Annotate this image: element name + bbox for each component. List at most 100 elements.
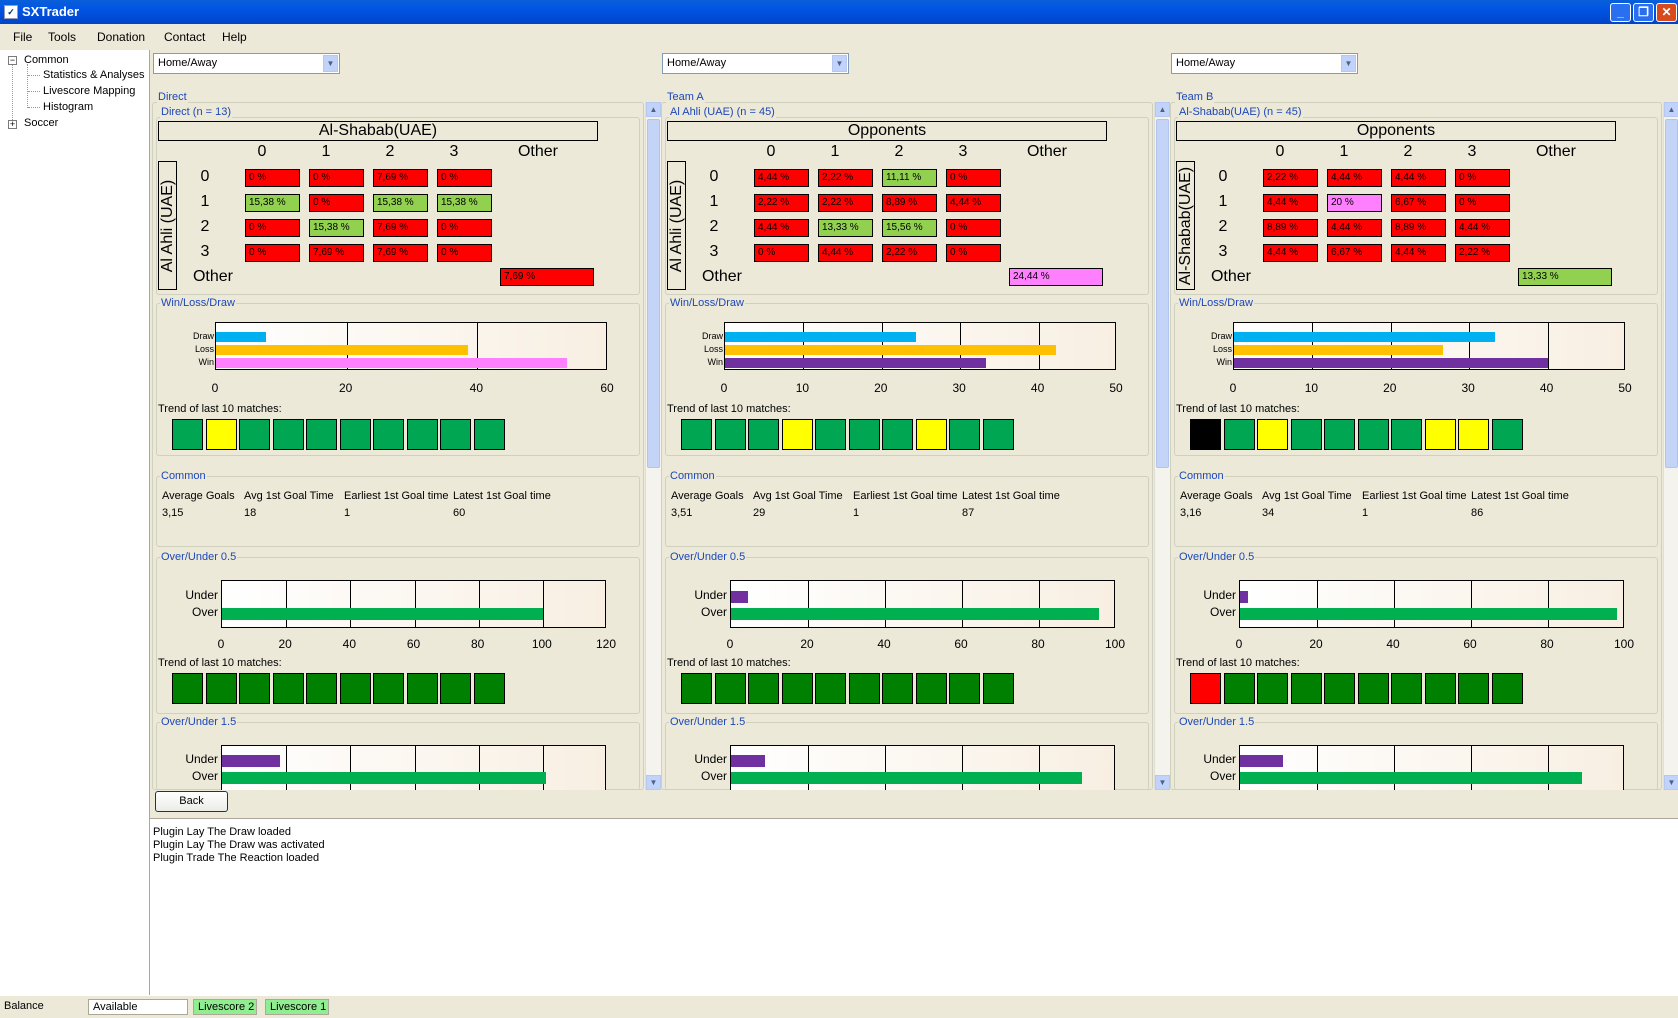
menu-file[interactable]: File (13, 30, 32, 44)
gridline (542, 581, 544, 627)
x-tick-label: 0 (726, 637, 734, 651)
scroll-thumb[interactable] (1156, 119, 1169, 468)
ou05-bar (731, 608, 1100, 620)
menu-contact[interactable]: Contact (164, 30, 205, 44)
home-away-select[interactable]: Home/Away ▼ (662, 53, 849, 74)
matrix-cell: 2,22 % (882, 244, 937, 262)
common-value: 1 (1362, 507, 1369, 519)
x-tick-label: 30 (952, 381, 966, 395)
trend-square (239, 673, 270, 704)
menu-tools[interactable]: Tools (48, 30, 76, 44)
matrix-row-header: 0 (1218, 168, 1228, 185)
scroll-thumb[interactable] (647, 119, 660, 468)
matrix-col-header: Other (1535, 143, 1576, 160)
trend-square (1190, 673, 1221, 704)
trend-square (915, 419, 947, 450)
wld-chart (1233, 322, 1625, 370)
matrix-cell: 4,44 % (1263, 194, 1318, 212)
common-header: Latest 1st Goal time (962, 490, 1060, 502)
navigation-tree: − Common Statistics & Analyses Livescore… (0, 50, 150, 995)
restore-button[interactable]: ❐ (1633, 3, 1654, 22)
x-tick-label: 0 (720, 381, 728, 395)
matrix-header: Opponents (1176, 121, 1616, 141)
x-tick-label: 60 (1463, 637, 1477, 651)
matrix-cell: 4,44 % (1263, 244, 1318, 262)
scroll-thumb[interactable] (1665, 119, 1678, 468)
trend-square (1458, 419, 1489, 450)
matrix-col-header: 0 (1275, 143, 1285, 160)
wld-bar-draw (1234, 332, 1496, 342)
common-value: 3,15 (162, 507, 184, 519)
matrix-cell: 20 % (1327, 194, 1382, 212)
matrix-col-header: Other (1026, 143, 1067, 160)
trend-square (339, 673, 371, 704)
matrix-cell: 11,11 % (882, 169, 937, 187)
vertical-scrollbar[interactable]: ▲ ▼ (1663, 102, 1678, 790)
scroll-up-button[interactable]: ▲ (1155, 102, 1170, 117)
matrix-col-header: 2 (894, 143, 904, 160)
x-tick-label: 20 (1383, 381, 1397, 395)
window-title: SXTrader (22, 4, 80, 19)
trend-square (1357, 673, 1389, 704)
trend-square (1223, 673, 1255, 704)
x-tick-label: 60 (600, 381, 614, 395)
x-tick-label: 30 (1461, 381, 1475, 395)
minimize-button[interactable]: _ (1610, 3, 1631, 22)
chevron-down-icon[interactable]: ▼ (323, 55, 338, 72)
tree-item-histogram[interactable]: Histogram (43, 101, 93, 113)
matrix-cell: 4,44 % (946, 194, 1001, 212)
trend-label: Trend of last 10 matches: (1176, 657, 1300, 669)
menu-donation[interactable]: Donation (97, 30, 145, 44)
home-away-select[interactable]: Home/Away ▼ (153, 53, 340, 74)
matrix-cell: 2,22 % (1455, 244, 1510, 262)
scroll-down-button[interactable]: ▼ (646, 775, 661, 790)
matrix-row-header: 2 (200, 218, 210, 235)
x-tick-label: 20 (1309, 637, 1323, 651)
expand-soccer-icon[interactable]: + (8, 120, 17, 129)
collapse-common-icon[interactable]: − (8, 56, 17, 65)
gridline (885, 581, 886, 627)
matrix-cell: 15,38 % (373, 194, 428, 212)
close-button[interactable]: ✕ (1656, 3, 1677, 22)
scroll-up-button[interactable]: ▲ (1664, 102, 1678, 117)
home-away-select[interactable]: Home/Away ▼ (1171, 53, 1358, 74)
log-area: Plugin Lay The Draw loaded Plugin Lay Th… (150, 818, 1678, 995)
scroll-up-button[interactable]: ▲ (646, 102, 661, 117)
ou15-label: Over (1209, 769, 1236, 783)
matrix-header: Al-Shabab(UAE) (158, 121, 598, 141)
trend-label: Trend of last 10 matches: (667, 403, 791, 415)
tree-item-soccer[interactable]: Soccer (24, 117, 58, 129)
x-tick-label: 10 (1304, 381, 1319, 395)
vertical-scrollbar[interactable]: ▲ ▼ (1154, 102, 1170, 790)
common-value: 86 (1471, 507, 1484, 519)
wld-label: Loss (703, 344, 723, 354)
x-tick-label: 0 (1235, 637, 1243, 651)
matrix-cell: 0 % (245, 244, 300, 262)
trend-square (848, 419, 880, 450)
matrix-side-text: Al Ahli (UAE) (158, 179, 176, 272)
scroll-down-button[interactable]: ▼ (1155, 775, 1170, 790)
chevron-down-icon[interactable]: ▼ (832, 55, 847, 72)
matrix-cell: 0 % (309, 169, 364, 187)
vertical-scrollbar[interactable]: ▲ ▼ (645, 102, 661, 790)
trend-square (915, 673, 947, 704)
back-button[interactable]: Back (155, 791, 228, 812)
trend-square (714, 419, 746, 450)
wld-bar-draw (725, 332, 917, 342)
gridline (962, 581, 963, 627)
chevron-down-icon[interactable]: ▼ (1341, 55, 1356, 72)
tree-item-common[interactable]: Common (24, 54, 69, 66)
trend-square (1290, 673, 1322, 704)
gridline (286, 581, 288, 627)
matrix-row-header: 3 (200, 243, 210, 260)
gridline (414, 581, 416, 627)
tree-item-livescore-mapping[interactable]: Livescore Mapping (43, 85, 135, 97)
matrix-cell: 7,69 % (373, 244, 428, 262)
scroll-down-button[interactable]: ▼ (1664, 775, 1678, 790)
matrix-other-cell: 13,33 % (1518, 268, 1612, 286)
ou05-chart (1239, 580, 1624, 628)
ou05-bar (731, 591, 748, 603)
menu-help[interactable]: Help (222, 30, 247, 44)
tree-item-statistics[interactable]: Statistics & Analyses (43, 69, 145, 81)
x-tick-label: 0 (217, 637, 225, 651)
